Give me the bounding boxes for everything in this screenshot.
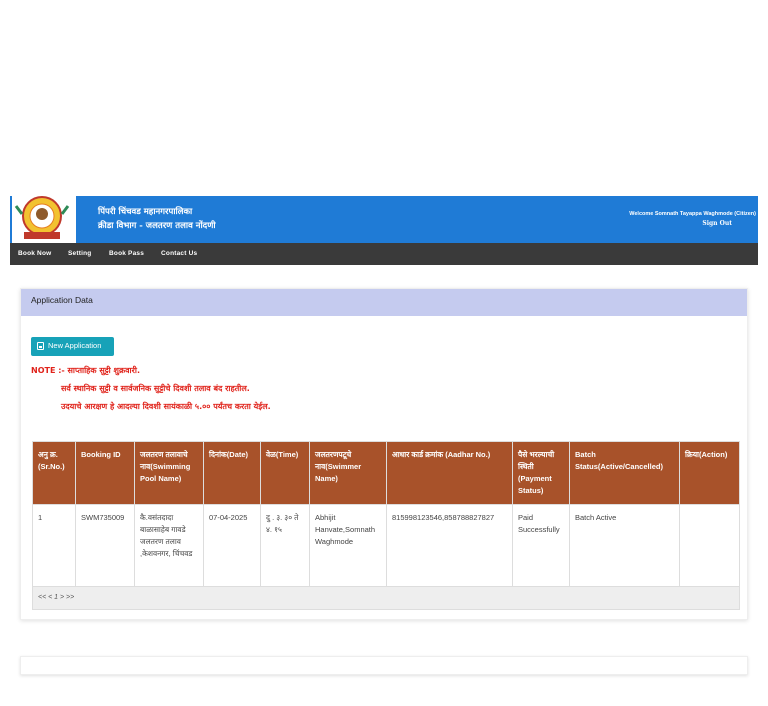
nav-setting[interactable]: Setting [68,250,91,257]
cell-aadhar-no: 815998123546,858788827827 [386,504,513,587]
welcome-text: Welcome Somnath Tayappa Waghmode (Citize… [629,211,756,217]
column-header: दिनांक(Date) [203,441,261,505]
card-header: Application Data [21,289,747,316]
cell-booking-id: SWM735009 [75,504,135,587]
column-header: जलतरण तलावाचे नाव(Swimming Pool Name) [134,441,204,505]
footer-panel [20,656,748,675]
pagination-row: << < 1 > >> [32,586,740,610]
nav-book-now[interactable]: Book Now [18,250,51,257]
cell-action [679,504,740,587]
org-name-line1: पिंपरी चिंचवड महानगरपालिका [98,207,193,217]
weekly-holiday-note: NOTE :- साप्ताहिक सुट्टी शुक्रवारी. [31,366,140,375]
org-name-line2: क्रीडा विभाग - जलतरण तलाव नोंदणी [98,221,216,231]
org-name: पिंपरी चिंचवड महानगरपालिका क्रीडा विभाग … [98,205,216,233]
cell-date: 07-04-2025 [203,504,261,587]
application-data-card: Application Data New Application NOTE :-… [20,288,748,620]
table-header-row: अनु क्र. (Sr.No.) Booking ID जलतरण तलावा… [32,441,740,505]
column-header: वेळ(Time) [260,441,310,505]
nav-book-pass[interactable]: Book Pass [109,250,144,257]
cell-time: दु . ३. ३० ते ४. १५ [260,504,310,587]
new-application-button[interactable]: New Application [31,337,114,356]
column-header: अनु क्र. (Sr.No.) [32,441,76,505]
cell-pool-name: कै.वसंतदादा बाळासाहेब गावडे जलतरण तलाव ,… [134,504,204,587]
booking-deadline-note: उदयाचे आरक्षण हे आदल्या दिवशी सायंकाळी ५… [61,402,271,411]
cell-sr-no: 1 [32,504,76,587]
main-nav: Book Now Setting Book Pass Contact Us [10,243,758,265]
column-header: क्रिया(Action) [679,441,740,505]
nav-contact-us[interactable]: Contact Us [161,250,197,257]
pagination-control[interactable]: << < 1 > >> [32,586,740,610]
table-row: 1 SWM735009 कै.वसंतदादा बाळासाहेब गावडे … [32,504,740,587]
column-header: पैसे भरल्याची स्थिती (Payment Status) [512,441,570,505]
holiday-closure-note: सर्व स्थानिक सुट्टी व सार्वजनिक सुट्टीचे… [61,384,250,393]
column-header: Booking ID [75,441,135,505]
pcmc-logo[interactable] [12,196,76,243]
column-header: आधार कार्ड क्रमांक (Aadhar No.) [386,441,513,505]
welcome-block: Welcome Somnath Tayappa Waghmode (Citize… [629,209,756,229]
application-table: अनु क्र. (Sr.No.) Booking ID जलतरण तलावा… [32,441,740,610]
new-application-label: New Application [48,341,102,350]
column-header: जलतरणपटूचे नाव(Swimmer Name) [309,441,387,505]
site-header: पिंपरी चिंचवड महानगरपालिका क्रीडा विभाग … [10,196,758,243]
save-icon [37,342,44,350]
column-header: Batch Status(Active/Cancelled) [569,441,680,505]
cell-payment-status: Paid Successfully [512,504,570,587]
card-title: Application Data [31,295,93,305]
cell-batch-status: Batch Active [569,504,680,587]
cell-swimmer-name: Abhijit Hanvate,Somnath Waghmode [309,504,387,587]
sign-out-link[interactable]: Sign Out [629,219,732,229]
